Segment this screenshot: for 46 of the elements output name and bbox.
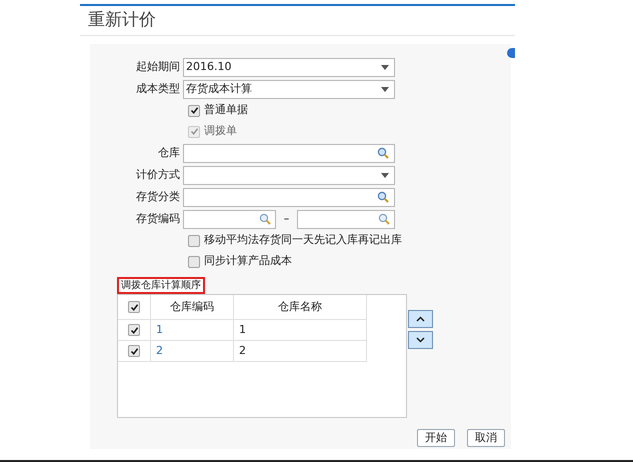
column-header[interactable]: 仓库编码 [151, 295, 234, 319]
window-title: 重新计价 [88, 8, 156, 32]
move-up-button[interactable] [408, 310, 433, 328]
chevron-down-icon [416, 337, 425, 343]
field-label: 起始期间 [135, 58, 181, 75]
input-field[interactable] [183, 144, 395, 162]
dialog-button[interactable]: 取消 [467, 429, 505, 447]
checkbox[interactable] [188, 234, 200, 246]
checkbox[interactable] [128, 345, 140, 357]
search-icon [377, 147, 389, 159]
search-icon [259, 213, 271, 225]
table-cell: 1 [151, 320, 234, 340]
field-label: 存货分类 [135, 188, 181, 205]
checkbox[interactable] [188, 104, 200, 116]
input-field[interactable] [297, 210, 395, 228]
input-field[interactable] [183, 210, 276, 228]
dialog-button[interactable]: 开始 [417, 429, 455, 447]
dropdown-field[interactable] [183, 166, 395, 184]
dropdown-field[interactable]: 2016.10 [183, 58, 395, 76]
field-label: 成本类型 [135, 80, 181, 97]
checkbox-label: 普通单据 [204, 102, 248, 118]
field-label: 计价方式 [135, 166, 181, 183]
search-icon [377, 191, 389, 203]
dropdown-field[interactable]: 存货成本计算 [183, 80, 395, 98]
field-label: 仓库 [157, 144, 181, 161]
move-down-button[interactable] [408, 331, 433, 349]
table-cell: 2 [151, 341, 234, 361]
checkbox-label: 同步计算产品成本 [204, 253, 292, 270]
help-icon[interactable] [507, 48, 515, 58]
checkbox[interactable] [188, 256, 200, 268]
column-header[interactable]: 仓库名称 [234, 295, 367, 319]
checkbox[interactable] [128, 301, 140, 313]
caret-icon [381, 86, 389, 92]
table-cell: 2 [234, 341, 367, 361]
checkbox-label: 调拨单 [204, 123, 237, 140]
range-separator: – [282, 210, 290, 227]
table-cell: 1 [234, 320, 367, 340]
input-field[interactable] [183, 188, 395, 206]
chevron-up-icon [416, 316, 425, 322]
checkbox[interactable] [128, 324, 140, 336]
checkbox-label: 移动平均法存货同一天先记入库再记出库 [204, 232, 402, 248]
caret-icon [381, 64, 389, 70]
search-icon [378, 213, 390, 225]
field-label: 存货编码 [135, 210, 181, 227]
section-title: 调拨仓库计算顺序 [117, 277, 205, 294]
caret-icon [381, 172, 389, 178]
